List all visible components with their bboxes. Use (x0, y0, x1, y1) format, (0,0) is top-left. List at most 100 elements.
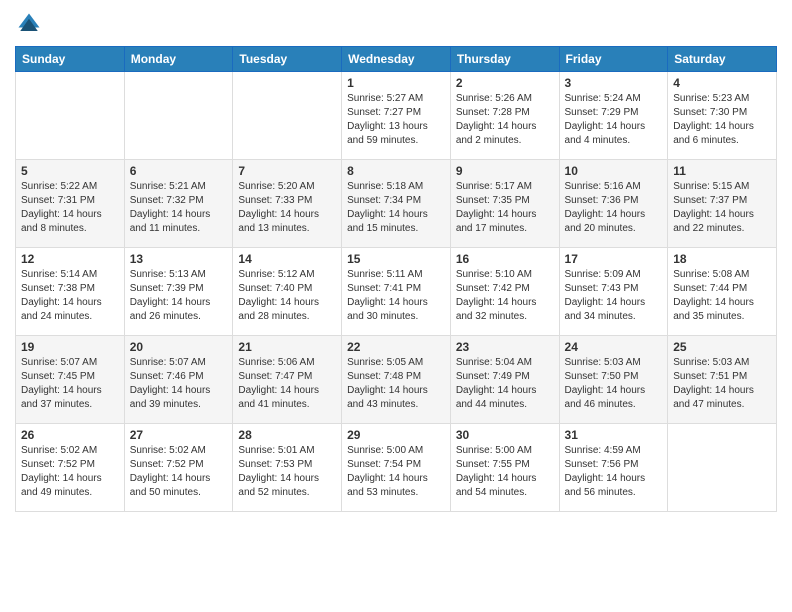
day-number: 23 (456, 340, 554, 354)
week-row-2: 5 Sunrise: 5:22 AMSunset: 7:31 PMDaylight… (16, 160, 777, 248)
day-number: 14 (238, 252, 336, 266)
day-cell-12: 12 Sunrise: 5:14 AMSunset: 7:38 PMDayligh… (16, 248, 125, 336)
weekday-header-tuesday: Tuesday (233, 47, 342, 72)
day-cell-29: 29 Sunrise: 5:00 AMSunset: 7:54 PMDayligh… (342, 424, 451, 512)
day-cell-empty (668, 424, 777, 512)
day-info: Sunrise: 4:59 AMSunset: 7:56 PMDaylight:… (565, 444, 663, 500)
day-cell-2: 2 Sunrise: 5:26 AMSunset: 7:28 PMDaylight… (450, 72, 559, 160)
day-info: Sunrise: 5:06 AMSunset: 7:47 PMDaylight:… (238, 356, 336, 412)
day-number: 15 (347, 252, 445, 266)
day-info: Sunrise: 5:15 AMSunset: 7:37 PMDaylight:… (673, 180, 771, 236)
day-info: Sunrise: 5:16 AMSunset: 7:36 PMDaylight:… (565, 180, 663, 236)
day-info: Sunrise: 5:03 AMSunset: 7:51 PMDaylight:… (673, 356, 771, 412)
day-number: 19 (21, 340, 119, 354)
page: SundayMondayTuesdayWednesdayThursdayFrid… (0, 0, 792, 527)
day-info: Sunrise: 5:04 AMSunset: 7:49 PMDaylight:… (456, 356, 554, 412)
day-info: Sunrise: 5:21 AMSunset: 7:32 PMDaylight:… (130, 180, 228, 236)
day-number: 3 (565, 76, 663, 90)
logo-icon (15, 10, 43, 38)
day-number: 22 (347, 340, 445, 354)
day-info: Sunrise: 5:08 AMSunset: 7:44 PMDaylight:… (673, 268, 771, 324)
day-info: Sunrise: 5:17 AMSunset: 7:35 PMDaylight:… (456, 180, 554, 236)
day-cell-18: 18 Sunrise: 5:08 AMSunset: 7:44 PMDayligh… (668, 248, 777, 336)
day-number: 18 (673, 252, 771, 266)
day-number: 16 (456, 252, 554, 266)
day-info: Sunrise: 5:09 AMSunset: 7:43 PMDaylight:… (565, 268, 663, 324)
day-info: Sunrise: 5:24 AMSunset: 7:29 PMDaylight:… (565, 92, 663, 148)
day-cell-22: 22 Sunrise: 5:05 AMSunset: 7:48 PMDayligh… (342, 336, 451, 424)
day-cell-28: 28Sunrise: 5:01 AMSunset: 7:53 PMDayligh… (233, 424, 342, 512)
weekday-header-friday: Friday (559, 47, 668, 72)
day-cell-19: 19 Sunrise: 5:07 AMSunset: 7:45 PMDayligh… (16, 336, 125, 424)
day-number: 11 (673, 164, 771, 178)
day-number: 1 (347, 76, 445, 90)
day-cell-24: 24 Sunrise: 5:03 AMSunset: 7:50 PMDayligh… (559, 336, 668, 424)
day-number: 8 (347, 164, 445, 178)
day-info: Sunrise: 5:13 AMSunset: 7:39 PMDaylight:… (130, 268, 228, 324)
day-number: 17 (565, 252, 663, 266)
day-number: 6 (130, 164, 228, 178)
day-info: Sunrise: 5:02 AMSunset: 7:52 PMDaylight:… (21, 444, 119, 500)
day-cell-13: 13 Sunrise: 5:13 AMSunset: 7:39 PMDayligh… (124, 248, 233, 336)
day-cell-1: 1Sunrise: 5:27 AMSunset: 7:27 PMDaylight… (342, 72, 451, 160)
weekday-header-thursday: Thursday (450, 47, 559, 72)
day-info: Sunrise: 5:26 AMSunset: 7:28 PMDaylight:… (456, 92, 554, 148)
day-cell-3: 3 Sunrise: 5:24 AMSunset: 7:29 PMDaylight… (559, 72, 668, 160)
day-cell-20: 20Sunrise: 5:07 AMSunset: 7:46 PMDayligh… (124, 336, 233, 424)
day-number: 26 (21, 428, 119, 442)
day-cell-25: 25 Sunrise: 5:03 AMSunset: 7:51 PMDayligh… (668, 336, 777, 424)
day-number: 12 (21, 252, 119, 266)
day-info: Sunrise: 5:14 AMSunset: 7:38 PMDaylight:… (21, 268, 119, 324)
day-number: 2 (456, 76, 554, 90)
day-cell-empty (16, 72, 125, 160)
weekday-header-saturday: Saturday (668, 47, 777, 72)
day-number: 29 (347, 428, 445, 442)
day-cell-31: 31 Sunrise: 4:59 AMSunset: 7:56 PMDayligh… (559, 424, 668, 512)
day-number: 5 (21, 164, 119, 178)
day-cell-26: 26 Sunrise: 5:02 AMSunset: 7:52 PMDayligh… (16, 424, 125, 512)
day-info: Sunrise: 5:00 AMSunset: 7:54 PMDaylight:… (347, 444, 445, 500)
day-info: Sunrise: 5:22 AMSunset: 7:31 PMDaylight:… (21, 180, 119, 236)
day-cell-5: 5 Sunrise: 5:22 AMSunset: 7:31 PMDaylight… (16, 160, 125, 248)
day-number: 31 (565, 428, 663, 442)
day-number: 25 (673, 340, 771, 354)
day-cell-11: 11 Sunrise: 5:15 AMSunset: 7:37 PMDayligh… (668, 160, 777, 248)
day-cell-6: 6 Sunrise: 5:21 AMSunset: 7:32 PMDaylight… (124, 160, 233, 248)
week-row-3: 12 Sunrise: 5:14 AMSunset: 7:38 PMDayligh… (16, 248, 777, 336)
day-info: Sunrise: 5:01 AMSunset: 7:53 PMDaylight:… (238, 444, 336, 500)
header (15, 10, 777, 38)
logo (15, 10, 47, 38)
day-info: Sunrise: 5:03 AMSunset: 7:50 PMDaylight:… (565, 356, 663, 412)
day-info: Sunrise: 5:07 AMSunset: 7:45 PMDaylight:… (21, 356, 119, 412)
day-info: Sunrise: 5:05 AMSunset: 7:48 PMDaylight:… (347, 356, 445, 412)
day-cell-4: 4 Sunrise: 5:23 AMSunset: 7:30 PMDaylight… (668, 72, 777, 160)
day-info: Sunrise: 5:11 AMSunset: 7:41 PMDaylight:… (347, 268, 445, 324)
day-cell-10: 10 Sunrise: 5:16 AMSunset: 7:36 PMDayligh… (559, 160, 668, 248)
day-number: 10 (565, 164, 663, 178)
day-cell-16: 16 Sunrise: 5:10 AMSunset: 7:42 PMDayligh… (450, 248, 559, 336)
day-info: Sunrise: 5:10 AMSunset: 7:42 PMDaylight:… (456, 268, 554, 324)
day-cell-15: 15 Sunrise: 5:11 AMSunset: 7:41 PMDayligh… (342, 248, 451, 336)
calendar-table: SundayMondayTuesdayWednesdayThursdayFrid… (15, 46, 777, 512)
day-cell-empty (124, 72, 233, 160)
day-number: 30 (456, 428, 554, 442)
week-row-5: 26 Sunrise: 5:02 AMSunset: 7:52 PMDayligh… (16, 424, 777, 512)
day-cell-17: 17 Sunrise: 5:09 AMSunset: 7:43 PMDayligh… (559, 248, 668, 336)
day-info: Sunrise: 5:00 AMSunset: 7:55 PMDaylight:… (456, 444, 554, 500)
day-cell-empty (233, 72, 342, 160)
day-number: 13 (130, 252, 228, 266)
day-cell-14: 14 Sunrise: 5:12 AMSunset: 7:40 PMDayligh… (233, 248, 342, 336)
weekday-header-sunday: Sunday (16, 47, 125, 72)
day-info: Sunrise: 5:23 AMSunset: 7:30 PMDaylight:… (673, 92, 771, 148)
day-number: 7 (238, 164, 336, 178)
day-info: Sunrise: 5:07 AMSunset: 7:46 PMDaylight:… (130, 356, 228, 412)
day-number: 24 (565, 340, 663, 354)
day-number: 9 (456, 164, 554, 178)
day-number: 4 (673, 76, 771, 90)
day-info: Sunrise: 5:20 AMSunset: 7:33 PMDaylight:… (238, 180, 336, 236)
day-cell-23: 23 Sunrise: 5:04 AMSunset: 7:49 PMDayligh… (450, 336, 559, 424)
day-cell-7: 7 Sunrise: 5:20 AMSunset: 7:33 PMDaylight… (233, 160, 342, 248)
day-number: 27 (130, 428, 228, 442)
day-info: Sunrise: 5:12 AMSunset: 7:40 PMDaylight:… (238, 268, 336, 324)
day-number: 21 (238, 340, 336, 354)
